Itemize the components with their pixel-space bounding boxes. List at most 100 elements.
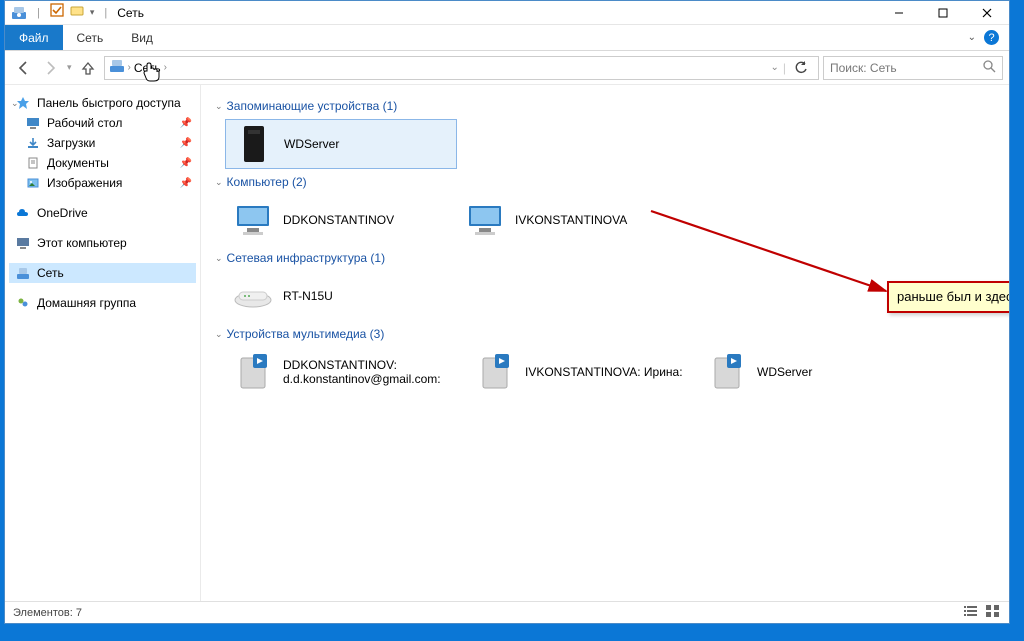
sidebar-quick-access[interactable]: ⌄ Панель быстрого доступа (9, 93, 196, 113)
sidebar-item-label: Изображения (47, 176, 122, 190)
sidebar-item-downloads[interactable]: Загрузки 📌 (9, 133, 196, 153)
tile-label: RT-N15U (283, 289, 333, 303)
group-title: Запоминающие устройства (1) (227, 99, 398, 113)
tile-router[interactable]: RT-N15U (225, 271, 457, 321)
media-device-icon (707, 352, 747, 392)
computer-icon (465, 200, 505, 240)
status-text: Элементов: 7 (13, 607, 82, 619)
group-title: Устройства мультимедиа (3) (227, 327, 385, 341)
tile-computer-ivk[interactable]: IVKONSTANTINOVA (457, 195, 689, 245)
search-placeholder: Поиск: Сеть (830, 61, 897, 75)
tile-label: IVKONSTANTINOVA (515, 213, 627, 227)
sidebar-item-label: Панель быстрого доступа (37, 96, 181, 110)
collapse-icon[interactable]: ⌄ (215, 101, 223, 112)
media-device-icon (475, 352, 515, 392)
tab-view[interactable]: Вид (117, 25, 167, 50)
view-large-icons-icon[interactable] (985, 604, 1001, 621)
sidebar-item-documents[interactable]: Документы 📌 (9, 153, 196, 173)
downloads-icon (25, 135, 41, 151)
sidebar-onedrive[interactable]: OneDrive (9, 203, 196, 223)
group-header-infra[interactable]: ⌄ Сетевая инфраструктура (1) (215, 251, 995, 265)
tile-label: WDServer (757, 365, 812, 379)
sidebar-item-label: Домашняя группа (37, 296, 136, 310)
qat-new-folder-icon[interactable] (70, 3, 84, 22)
breadcrumb-network-icon (109, 58, 125, 77)
back-button[interactable] (11, 56, 35, 80)
tile-media-ivk[interactable]: IVKONSTANTINOVA: Ирина: (467, 347, 699, 397)
media-device-icon (233, 352, 273, 392)
tile-label: DDKONSTANTINOV: d.d.konstantinov@gmail.c… (283, 358, 459, 387)
view-details-icon[interactable] (963, 604, 979, 621)
sidebar-homegroup[interactable]: Домашняя группа (9, 293, 196, 313)
tab-network[interactable]: Сеть (63, 25, 118, 50)
search-icon (983, 60, 996, 76)
documents-icon (25, 155, 41, 171)
collapse-icon[interactable]: ⌄ (215, 253, 223, 264)
network-icon (15, 265, 31, 281)
collapse-icon[interactable]: ⌄ (215, 177, 223, 188)
sidebar-this-pc[interactable]: Этот компьютер (9, 233, 196, 253)
ribbon-expand-icon[interactable]: ⌄ (968, 32, 976, 43)
forward-button[interactable] (39, 56, 63, 80)
tile-media-wdserver[interactable]: WDServer (699, 347, 931, 397)
tile-media-ddk[interactable]: DDKONSTANTINOV: d.d.konstantinov@gmail.c… (225, 347, 467, 397)
close-button[interactable] (965, 1, 1009, 25)
collapse-icon[interactable]: ⌄ (215, 329, 223, 340)
pc-icon (15, 235, 31, 251)
pin-icon: 📌 (180, 118, 192, 129)
router-icon (233, 276, 273, 316)
title-bar: | ▾ | Сеть (5, 1, 1009, 25)
desktop-icon (25, 115, 41, 131)
up-button[interactable] (76, 56, 100, 80)
sidebar-item-label: Сеть (37, 266, 64, 280)
qat-properties-icon[interactable] (50, 3, 64, 22)
tile-label: DDKONSTANTINOV (283, 213, 394, 227)
body-panel: ⌄ Панель быстрого доступа Рабочий стол 📌… (5, 85, 1009, 601)
breadcrumb-label[interactable]: Сеть (134, 61, 161, 75)
sidebar: ⌄ Панель быстрого доступа Рабочий стол 📌… (5, 85, 201, 601)
app-icon (11, 5, 27, 21)
file-tab[interactable]: Файл (5, 25, 63, 50)
sidebar-item-label: OneDrive (37, 206, 88, 220)
qat-separator: | (33, 7, 44, 19)
group-header-storage[interactable]: ⌄ Запоминающие устройства (1) (215, 99, 995, 113)
tile-computer-ddk[interactable]: DDKONSTANTINOV (225, 195, 457, 245)
title-separator: | (100, 7, 111, 19)
computer-icon (233, 200, 273, 240)
sidebar-item-label: Документы (47, 156, 109, 170)
pin-icon: 📌 (180, 178, 192, 189)
recent-dropdown-icon[interactable]: ▾ (67, 62, 72, 73)
group-title: Сетевая инфраструктура (1) (227, 251, 386, 265)
tile-wdserver-storage[interactable]: WDServer (225, 119, 457, 169)
qat-dropdown-icon[interactable]: ▾ (90, 7, 95, 18)
homegroup-icon (15, 295, 31, 311)
tile-label: IVKONSTANTINOVA: Ирина: (525, 365, 683, 379)
status-bar: Элементов: 7 (5, 601, 1009, 623)
sidebar-item-desktop[interactable]: Рабочий стол 📌 (9, 113, 196, 133)
breadcrumb-chevron-icon[interactable]: › (164, 62, 167, 73)
group-header-computers[interactable]: ⌄ Компьютер (2) (215, 175, 995, 189)
minimize-button[interactable] (877, 1, 921, 25)
window-title: Сеть (117, 6, 144, 20)
storage-device-icon (234, 124, 274, 164)
address-bar[interactable]: › Сеть › ⌄ | (104, 56, 819, 80)
annotation-note: раньше был и здесь (887, 281, 1009, 313)
nav-row: ▾ › Сеть › ⌄ | Поиск: Сеть (5, 51, 1009, 85)
pin-icon: 📌 (180, 138, 192, 149)
maximize-button[interactable] (921, 1, 965, 25)
refresh-button[interactable] (790, 57, 812, 79)
help-icon[interactable]: ? (984, 30, 999, 45)
pin-icon: 📌 (180, 158, 192, 169)
group-header-media[interactable]: ⌄ Устройства мультимедиа (3) (215, 327, 995, 341)
collapse-icon[interactable]: ⌄ (11, 98, 19, 109)
search-input[interactable]: Поиск: Сеть (823, 56, 1003, 80)
address-dropdown-icon[interactable]: ⌄ (770, 62, 778, 73)
breadcrumb-chevron-icon[interactable]: › (128, 62, 131, 73)
explorer-window: | ▾ | Сеть Файл Сеть Вид (4, 0, 1010, 624)
onedrive-icon (15, 205, 31, 221)
sidebar-network[interactable]: Сеть (9, 263, 196, 283)
sidebar-item-pictures[interactable]: Изображения 📌 (9, 173, 196, 193)
ribbon-bar: Файл Сеть Вид ⌄ ? (5, 25, 1009, 51)
group-title: Компьютер (2) (227, 175, 307, 189)
sidebar-item-label: Загрузки (47, 136, 95, 150)
